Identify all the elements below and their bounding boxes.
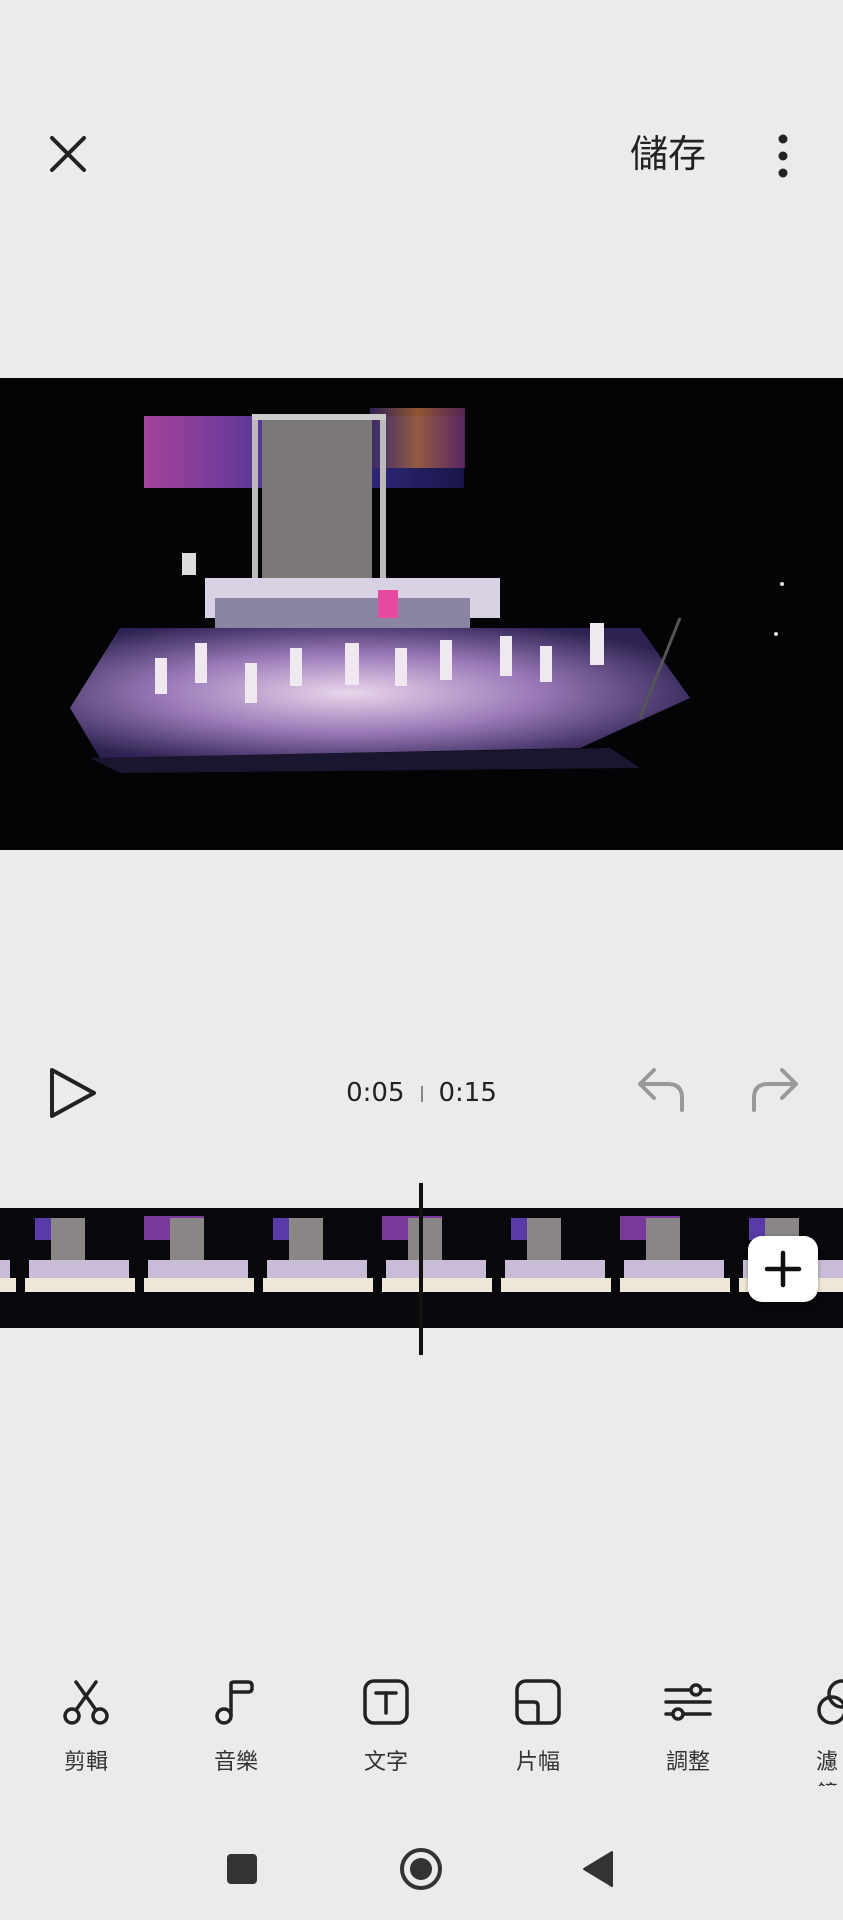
recents-button[interactable] [217,1844,267,1894]
tool-label: 濾鏡 [816,1750,839,1786]
tool-trim[interactable]: 剪輯 [31,1676,141,1786]
music-note-icon [215,1680,254,1725]
redo-icon [752,1068,798,1112]
timeline-frame [616,1208,735,1328]
tool-music[interactable]: 音樂 [181,1676,291,1786]
timeline-frame [497,1208,616,1328]
text-icon [363,1679,409,1725]
timeline-frame [378,1208,497,1328]
play-icon [50,1068,96,1118]
time-separator [420,1085,423,1102]
timeline-frame [140,1208,259,1328]
save-button[interactable]: 儲存 [618,124,718,184]
video-editor-screen: 儲存 0:05 0:15 剪輯 音樂 文字 片幅 調整 濾 [0,0,843,1920]
video-preview[interactable] [0,378,843,850]
close-button[interactable] [40,126,96,182]
aspect-ratio-icon [515,1679,561,1725]
back-button[interactable] [576,1844,626,1894]
close-icon [50,136,86,172]
home-button[interactable] [396,1844,446,1894]
sliders-icon [664,1683,712,1721]
undo-icon [638,1068,684,1112]
timeline-frame [0,1208,21,1328]
tool-label: 調整 [665,1750,710,1775]
tool-label: 音樂 [213,1750,258,1775]
tool-filter[interactable]: 濾鏡 [788,1676,843,1786]
tool-text[interactable]: 文字 [331,1676,441,1786]
filter-icon [817,1679,843,1725]
plus-icon [764,1250,802,1288]
tool-aspect-ratio[interactable]: 片幅 [483,1676,593,1786]
redo-button[interactable] [746,1062,802,1118]
timeline-frame [21,1208,140,1328]
tool-adjust[interactable]: 調整 [633,1676,743,1786]
total-time: 0:15 [438,1078,497,1108]
tool-label: 片幅 [515,1750,560,1775]
video-frame-image [0,378,843,850]
tool-label: 剪輯 [63,1750,108,1775]
current-time: 0:05 [346,1078,405,1108]
scissors-icon [63,1680,109,1725]
play-button[interactable] [40,1062,102,1124]
timeline-frame [259,1208,378,1328]
timeline-playhead[interactable] [419,1183,423,1355]
time-display: 0:05 0:15 [300,1070,543,1116]
more-vertical-icon [778,134,788,178]
add-clip-button[interactable] [748,1236,818,1302]
recents-icon [227,1854,257,1884]
undo-button[interactable] [634,1062,690,1118]
tool-label: 文字 [363,1750,408,1775]
home-icon [400,1848,442,1890]
back-icon [583,1851,613,1887]
more-options-button[interactable] [760,126,806,186]
